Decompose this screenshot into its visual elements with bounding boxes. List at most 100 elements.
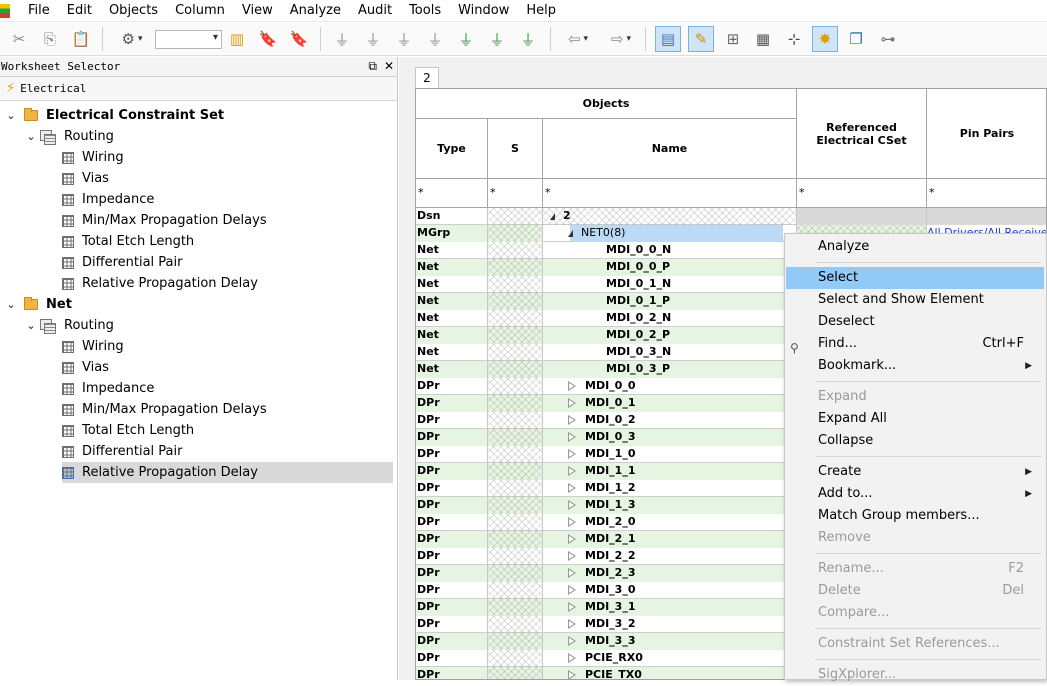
- expand-toggle-icon[interactable]: ⌄: [22, 319, 40, 332]
- filter-hierarchy-icon[interactable]: ⏚: [423, 26, 447, 52]
- domain-selector[interactable]: ⚡ Electrical: [0, 77, 397, 101]
- expand-toggle-icon[interactable]: ⌄: [2, 109, 20, 122]
- cell-name[interactable]: NET0(8): [543, 225, 797, 242]
- toolbar-combo[interactable]: ▾: [155, 30, 222, 49]
- menu-audit[interactable]: Audit: [350, 0, 401, 22]
- cell-name[interactable]: MDI_3_3: [543, 633, 797, 650]
- expand-icon[interactable]: [568, 550, 576, 562]
- menu-item-collapse[interactable]: Collapse: [786, 430, 1044, 452]
- menu-item-remove[interactable]: Remove: [786, 527, 1044, 549]
- expand-icon[interactable]: [568, 652, 576, 664]
- cell-s[interactable]: [488, 650, 543, 667]
- cell-s[interactable]: [488, 582, 543, 599]
- bar-chart-icon[interactable]: ▥: [225, 26, 249, 52]
- sheet-view-icon[interactable]: ▤: [655, 26, 681, 52]
- cell-s[interactable]: [488, 242, 543, 259]
- cell-s[interactable]: [488, 633, 543, 650]
- cell-s[interactable]: [488, 548, 543, 565]
- tree-item-total-etch-length[interactable]: Total Etch Length: [62, 420, 194, 441]
- cell-name[interactable]: MDI_0_3_N: [543, 344, 797, 361]
- star-highlight-icon[interactable]: ✸: [812, 26, 838, 52]
- menu-item-create[interactable]: Create ▶: [786, 461, 1044, 483]
- cell-referenced-cset[interactable]: [797, 208, 927, 225]
- expand-icon[interactable]: [568, 669, 576, 679]
- expand-icon[interactable]: [568, 431, 576, 443]
- cell-name[interactable]: MDI_0_3: [543, 429, 797, 446]
- collapse-icon[interactable]: [550, 212, 555, 220]
- cell-name[interactable]: MDI_0_1: [543, 395, 797, 412]
- cell-name[interactable]: MDI_0_2_P: [543, 327, 797, 344]
- cell-s[interactable]: [488, 446, 543, 463]
- cell-name[interactable]: MDI_1_2: [543, 480, 797, 497]
- cell-name[interactable]: MDI_0_2: [543, 412, 797, 429]
- back-icon[interactable]: ⇦ ▾: [560, 26, 596, 52]
- expand-icon[interactable]: [568, 516, 576, 528]
- cell-s[interactable]: [488, 395, 543, 412]
- cell-s[interactable]: [488, 327, 543, 344]
- expand-icon[interactable]: [568, 380, 576, 392]
- filter-clear-icon[interactable]: ⏚: [361, 26, 385, 52]
- cell-s[interactable]: [488, 463, 543, 480]
- menu-item-rename[interactable]: Rename... F2: [786, 558, 1044, 580]
- header-s[interactable]: S: [488, 119, 543, 179]
- header-referenced-cset[interactable]: Referenced Electrical CSet: [797, 89, 927, 179]
- tree-item-wiring[interactable]: Wiring: [62, 147, 124, 168]
- cell-name[interactable]: PCIE_RX0: [543, 650, 797, 667]
- paste-icon[interactable]: 📋: [69, 26, 93, 52]
- table-row[interactable]: Dsn 2: [416, 208, 1046, 225]
- expand-icon[interactable]: [568, 414, 576, 426]
- chevron-down-icon[interactable]: ▾: [213, 32, 218, 43]
- expand-icon[interactable]: [568, 533, 576, 545]
- tree-item-differential-pair[interactable]: Differential Pair: [62, 252, 182, 273]
- tree-item-vias[interactable]: Vias: [62, 357, 109, 378]
- cell-name[interactable]: MDI_3_1: [543, 599, 797, 616]
- cell-name[interactable]: MDI_2_1: [543, 531, 797, 548]
- menu-item-compare[interactable]: Compare...: [786, 602, 1044, 624]
- cell-s[interactable]: [488, 514, 543, 531]
- stats-icon[interactable]: ⊹: [781, 26, 807, 52]
- menu-item-sigxplorer[interactable]: SigXplorer...: [786, 664, 1044, 686]
- cell-name[interactable]: MDI_1_1: [543, 463, 797, 480]
- cell-name[interactable]: MDI_0_1_N: [543, 276, 797, 293]
- tree-item-impedance[interactable]: Impedance: [62, 189, 154, 210]
- cell-s[interactable]: [488, 565, 543, 582]
- filter-name[interactable]: *: [543, 179, 797, 208]
- cell-s[interactable]: [488, 667, 543, 679]
- expand-icon[interactable]: [568, 584, 576, 596]
- tree-item-min-max-propagation-delays[interactable]: Min/Max Propagation Delays: [62, 399, 267, 420]
- cell-name[interactable]: MDI_0_0_N: [543, 242, 797, 259]
- bookmark-up-icon[interactable]: 🔖: [287, 26, 311, 52]
- cell-s[interactable]: [488, 429, 543, 446]
- chevron-down-icon[interactable]: ▾: [584, 34, 589, 44]
- menu-item-bookmark[interactable]: Bookmark... ▶: [786, 355, 1044, 377]
- cell-name[interactable]: MDI_2_2: [543, 548, 797, 565]
- cell-name[interactable]: MDI_0_3_P: [543, 361, 797, 378]
- tree-item-routing[interactable]: ⌄ Routing: [22, 126, 114, 147]
- filter-check-icon[interactable]: ⏚: [392, 26, 416, 52]
- menu-item-find[interactable]: Find... ⚲ Ctrl+F: [786, 333, 1044, 355]
- tree-item-relative-propagation-delay[interactable]: Relative Propagation Delay: [62, 462, 393, 483]
- pencil-highlight-icon[interactable]: ✎: [688, 26, 714, 52]
- tree-item-relative-propagation-delay[interactable]: Relative Propagation Delay: [62, 273, 258, 294]
- cell-s[interactable]: [488, 344, 543, 361]
- menu-help[interactable]: Help: [518, 0, 565, 22]
- menu-item-match-group-members[interactable]: Match Group members...: [786, 505, 1044, 527]
- menu-item-deselect[interactable]: Deselect: [786, 311, 1044, 333]
- cell-name[interactable]: 2: [543, 208, 797, 225]
- chevron-down-icon[interactable]: ▾: [627, 34, 632, 44]
- cell-name[interactable]: PCIE_TX0: [543, 667, 797, 679]
- table-icon[interactable]: ▦: [750, 26, 776, 52]
- cell-s[interactable]: [488, 497, 543, 514]
- filter-type[interactable]: *: [416, 179, 488, 208]
- cell-s[interactable]: [488, 361, 543, 378]
- menu-item-select[interactable]: Select: [786, 267, 1044, 289]
- cell-s[interactable]: [488, 599, 543, 616]
- filter-green-icon[interactable]: ⏚: [485, 26, 509, 52]
- bookmark-down-icon[interactable]: 🔖: [256, 26, 280, 52]
- close-icon[interactable]: ✕: [384, 59, 394, 74]
- filter-referenced-cset[interactable]: *: [797, 179, 927, 208]
- header-pin-pairs[interactable]: Pin Pairs: [927, 89, 1046, 179]
- filter-s[interactable]: *: [488, 179, 543, 208]
- chevron-down-icon[interactable]: ▾: [138, 34, 143, 44]
- menu-edit[interactable]: Edit: [59, 0, 101, 22]
